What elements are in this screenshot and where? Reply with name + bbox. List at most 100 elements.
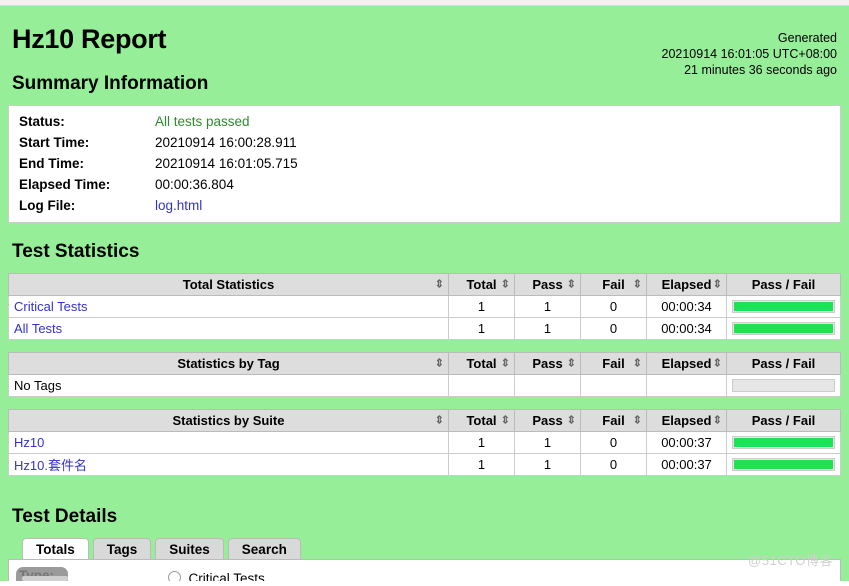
column-header-passfail-label: Pass / Fail <box>751 277 816 292</box>
sort-arrows-icon[interactable]: ⇕ <box>567 358 576 369</box>
sort-arrows-icon[interactable]: ⇕ <box>713 415 722 426</box>
row-name-link[interactable]: Hz10 <box>14 435 44 450</box>
summary-row-label: Status: <box>19 114 65 129</box>
table-header-row: Statistics by Tag ⇕ Total ⇕ Pass ⇕ Fail ⇕ Elapse… <box>8 352 841 375</box>
row-elapsed-cell: 00:00:37 <box>646 453 727 476</box>
row-name-link[interactable]: Hz10.套件名 <box>14 458 87 473</box>
column-header-fail-label: Fail <box>602 356 625 371</box>
statistics-by-suite-table: Statistics by Suite ⇕ Total ⇕ Pass ⇕ Fail ⇕ Elap… <box>8 409 841 476</box>
status-value: All tests passed <box>155 114 250 129</box>
tab-search[interactable]: Search <box>227 538 301 561</box>
summary-row: Log File: log.html <box>9 195 841 223</box>
total-statistics-table: Total Statistics ⇕ Total ⇕ Pass ⇕ Fail ⇕ Elapsed… <box>8 273 841 340</box>
row-name-link[interactable]: Critical Tests <box>14 299 87 314</box>
statistics-by-tag-table: Statistics by Tag ⇕ Total ⇕ Pass ⇕ Fail ⇕ Elapse… <box>8 352 841 397</box>
row-elapsed-cell <box>646 374 727 397</box>
column-header-fail[interactable]: Fail ⇕ <box>580 352 647 375</box>
generated-label: Generated <box>777 31 837 45</box>
column-header-pass[interactable]: Pass ⇕ <box>514 273 581 296</box>
column-header-name[interactable]: Statistics by Suite ⇕ <box>8 409 449 432</box>
summary-row: Elapsed Time: 00:00:36.804 <box>9 174 841 195</box>
sort-arrows-icon[interactable]: ⇕ <box>633 415 642 426</box>
sort-arrows-icon[interactable]: ⇕ <box>501 415 510 426</box>
column-header-elapsed[interactable]: Elapsed ⇕ <box>646 409 727 432</box>
summary-row-label: Elapsed Time: <box>19 177 111 192</box>
table-row: Critical Tests 1 1 0 00:00:34 <box>8 295 841 318</box>
log-file-link[interactable]: log.html <box>155 198 202 213</box>
table-row: Hz10 1 1 0 00:00:37 <box>8 431 841 454</box>
column-header-total[interactable]: Total ⇕ <box>448 352 515 375</box>
row-passfail-cell <box>726 374 841 397</box>
row-elapsed-cell: 00:00:37 <box>646 431 727 454</box>
summary-row-value: 20210914 16:01:05.715 <box>155 156 298 171</box>
sort-arrows-icon[interactable]: ⇕ <box>435 415 444 426</box>
sort-arrows-icon[interactable]: ⇕ <box>567 279 576 290</box>
row-passfail-cell <box>726 295 841 318</box>
sort-arrows-icon[interactable]: ⇕ <box>501 358 510 369</box>
pass-fail-bar <box>732 300 835 313</box>
row-total-cell: 1 <box>448 317 515 340</box>
column-header-name[interactable]: Statistics by Tag ⇕ <box>8 352 449 375</box>
tab-tags[interactable]: Tags <box>92 538 152 561</box>
details-tab-panel: Type: Critical TestsAll Tests <box>8 559 841 581</box>
row-fail-cell: 0 <box>580 453 647 476</box>
summary-row-value: 20210914 16:00:28.911 <box>155 135 297 150</box>
column-header-elapsed[interactable]: Elapsed ⇕ <box>646 352 727 375</box>
column-header-pass-label: Pass <box>532 413 563 428</box>
row-total-cell: 1 <box>448 431 515 454</box>
row-pass-cell: 1 <box>514 453 581 476</box>
radio-option[interactable]: Critical Tests <box>168 568 265 581</box>
column-header-total[interactable]: Total ⇕ <box>448 409 515 432</box>
column-header-pass-label: Pass <box>532 277 563 292</box>
radio-option-label: Critical Tests <box>188 571 265 581</box>
row-pass-cell: 1 <box>514 431 581 454</box>
sort-arrows-icon[interactable]: ⇕ <box>633 279 642 290</box>
sort-arrows-icon[interactable]: ⇕ <box>633 358 642 369</box>
column-header-total[interactable]: Total ⇕ <box>448 273 515 296</box>
row-total-cell <box>448 374 515 397</box>
row-passfail-cell <box>726 453 841 476</box>
horizontal-scrollbar-track[interactable] <box>22 576 68 581</box>
sort-arrows-icon[interactable]: ⇕ <box>567 415 576 426</box>
column-header-pass[interactable]: Pass ⇕ <box>514 409 581 432</box>
column-header-fail[interactable]: Fail ⇕ <box>580 409 647 432</box>
generated-timestamp: 20210914 16:01:05 UTC+08:00 <box>661 47 838 61</box>
summary-row: Start Time: 20210914 16:00:28.911 <box>9 132 841 153</box>
sort-arrows-icon[interactable]: ⇕ <box>713 358 722 369</box>
table-row: All Tests 1 1 0 00:00:34 <box>8 317 841 340</box>
statistics-tables: Total Statistics ⇕ Total ⇕ Pass ⇕ Fail ⇕ Elapsed… <box>8 273 841 476</box>
summary-row-value: log.html <box>155 195 841 223</box>
column-header-pass-label: Pass <box>532 356 563 371</box>
column-header-pass[interactable]: Pass ⇕ <box>514 352 581 375</box>
row-fail-cell: 0 <box>580 317 647 340</box>
table-row: Hz10.套件名 1 1 0 00:00:37 <box>8 453 841 476</box>
table-row: No Tags <box>8 374 841 397</box>
row-name-link[interactable]: All Tests <box>14 321 62 336</box>
pass-fail-bar-fill <box>734 302 833 311</box>
row-pass-cell: 1 <box>514 295 581 318</box>
pass-fail-bar <box>732 458 835 471</box>
summary-row-label: End Time: <box>19 156 85 171</box>
test-details-title: Test Details <box>12 506 118 527</box>
column-header-fail[interactable]: Fail ⇕ <box>580 273 647 296</box>
radio-button-icon[interactable] <box>168 571 182 581</box>
test-statistics-title: Test Statistics <box>12 241 140 262</box>
tab-suites[interactable]: Suites <box>155 538 224 561</box>
summary-row-label: Log File: <box>19 198 76 213</box>
tab-totals[interactable]: Totals <box>22 538 89 561</box>
sort-arrows-icon[interactable]: ⇕ <box>713 279 722 290</box>
sort-arrows-icon[interactable]: ⇕ <box>501 279 510 290</box>
sort-arrows-icon[interactable]: ⇕ <box>435 358 444 369</box>
column-header-elapsed[interactable]: Elapsed ⇕ <box>646 273 727 296</box>
row-pass-cell <box>514 374 581 397</box>
summary-row-value: 00:00:36.804 <box>155 177 234 192</box>
column-header-total-label: Total <box>466 413 497 428</box>
column-header-name-label: Statistics by Suite <box>172 413 285 428</box>
column-header-fail-label: Fail <box>602 277 625 292</box>
row-name-cell: Critical Tests <box>8 295 449 318</box>
column-header-name[interactable]: Total Statistics ⇕ <box>8 273 449 296</box>
sort-arrows-icon[interactable]: ⇕ <box>435 279 444 290</box>
row-name-cell: Hz10 <box>8 431 449 454</box>
generated-ago: 21 minutes 36 seconds ago <box>684 63 837 77</box>
pass-fail-bar-fill <box>734 438 833 447</box>
